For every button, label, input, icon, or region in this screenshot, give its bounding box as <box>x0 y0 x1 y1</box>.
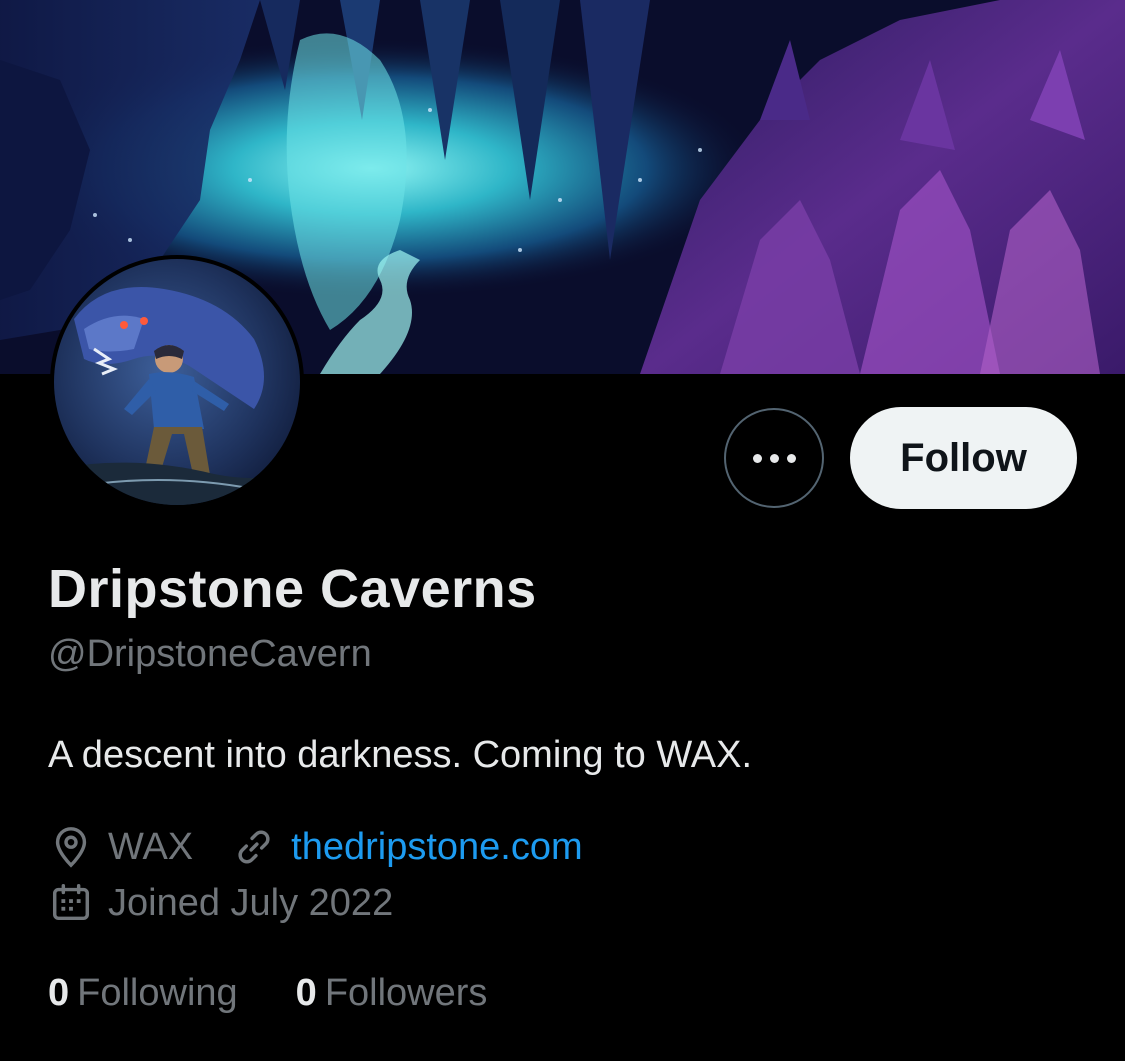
more-dots-icon <box>786 453 796 463</box>
profile-bio: A descent into darkness. Coming to WAX. <box>48 734 753 776</box>
profile-joined: Joined July 2022 <box>48 880 393 926</box>
more-dots-icon <box>752 453 762 463</box>
more-options-button[interactable] <box>724 408 824 508</box>
profile-handle: @DripstoneCavern <box>48 633 372 675</box>
more-dots-icon <box>769 453 779 463</box>
following-stat[interactable]: 0 Following <box>48 972 238 1015</box>
calendar-icon <box>52 884 90 921</box>
link-icon <box>238 830 270 864</box>
following-label: Following <box>77 972 238 1014</box>
followers-stat[interactable]: 0 Followers <box>296 972 488 1015</box>
following-count: 0 <box>48 972 70 1014</box>
followers-count: 0 <box>295 972 317 1014</box>
profile-avatar[interactable] <box>50 255 304 509</box>
profile-location: WAX <box>48 824 193 870</box>
profile-display-name: Dripstone Caverns <box>48 559 537 619</box>
followers-label: Followers <box>324 972 488 1014</box>
avatar-image <box>54 259 300 505</box>
profile-stats: 0 Following 0 Followers <box>48 972 545 1015</box>
profile-joined-row: Joined July 2022 <box>48 880 431 926</box>
joined-text: Joined July 2022 <box>108 881 394 924</box>
location-pin-icon <box>55 827 87 868</box>
profile-meta-row: WAX thedripstone.com <box>48 824 621 870</box>
follow-button[interactable]: Follow <box>850 407 1077 509</box>
website-link[interactable]: thedripstone.com <box>291 826 583 869</box>
profile-website[interactable]: thedripstone.com <box>231 824 583 870</box>
location-text: WAX <box>108 825 194 868</box>
